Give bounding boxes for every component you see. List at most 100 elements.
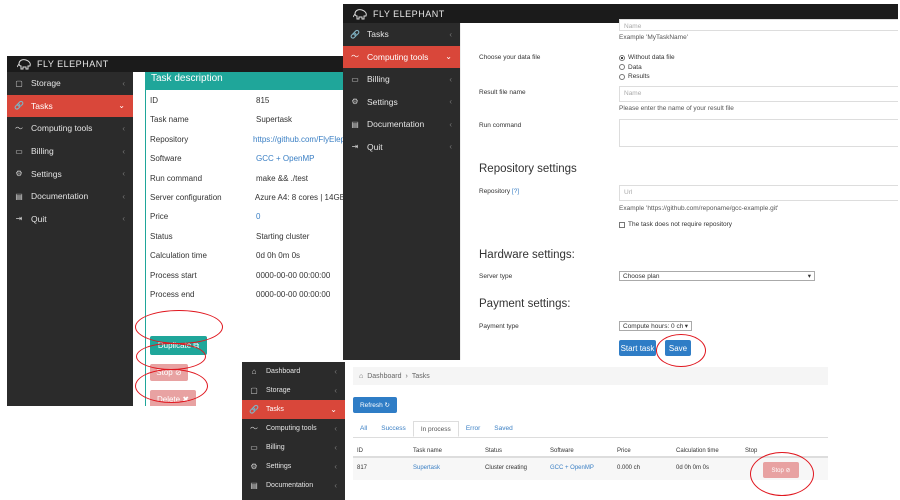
refresh-button[interactable]: Refresh ↻ xyxy=(353,397,397,413)
repository-help-link[interactable]: [?] xyxy=(512,188,519,195)
chevron-left-icon: ‹ xyxy=(449,97,452,107)
sidebar-item-storage[interactable]: ▢ Storage ‹ xyxy=(242,381,345,400)
sidebar-item-billing[interactable]: ▭ Billing ‹ xyxy=(7,140,133,163)
repository-url-placeholder: Url xyxy=(624,189,633,196)
start-task-button[interactable]: Start task xyxy=(619,340,656,356)
detail-row: Repository https://github.com/FlyElep xyxy=(150,135,345,144)
data-file-option[interactable]: Data xyxy=(619,64,642,71)
tab-saved[interactable]: Saved xyxy=(487,421,519,437)
detail-row: Task name Supertask xyxy=(150,115,345,124)
chart-line-icon: 〜 xyxy=(250,424,258,433)
detail-label: Task name xyxy=(150,115,189,125)
home-icon: ⌂ xyxy=(251,367,257,376)
logo[interactable]: FLY ELEPHANT xyxy=(353,8,445,20)
radio-button[interactable] xyxy=(619,64,625,70)
sidebar-item-label: Tasks xyxy=(367,29,389,40)
breadcrumb-dashboard-link[interactable]: Dashboard xyxy=(367,373,401,380)
sidebar-item-computing-tools[interactable]: 〜 Computing tools ‹ xyxy=(242,419,345,438)
chevron-left-icon: ‹ xyxy=(334,462,337,471)
no-repository-checkbox-row[interactable]: The task does not require repository xyxy=(619,221,732,228)
sidebar-item-documentation[interactable]: ▤ Documentation ‹ xyxy=(343,113,460,136)
tab-in-process[interactable]: In process xyxy=(412,421,459,437)
brand-name: FLY ELEPHANT xyxy=(373,8,445,19)
server-type-select[interactable]: Choose plan ▾ xyxy=(619,271,815,281)
paperclip-icon: 🔗 xyxy=(249,405,259,414)
sidebar-item-storage[interactable]: ▢ Storage ‹ xyxy=(7,72,133,95)
sidebar-item-settings[interactable]: ⚙ Settings ‹ xyxy=(343,91,460,114)
topbar: FLY ELEPHANT xyxy=(7,56,345,72)
run-command-input[interactable] xyxy=(619,119,898,147)
sidebar-item-tasks[interactable]: 🔗 Tasks ⌄ xyxy=(242,400,345,419)
sign-out-icon: ⇥ xyxy=(351,142,359,152)
sidebar-item-billing[interactable]: ▭ Billing ‹ xyxy=(343,68,460,91)
sidebar: ⌂ Dashboard ‹ ▢ Storage ‹ 🔗 Tasks ⌄ 〜 Computing to… xyxy=(242,362,345,500)
detail-row: Server configuration Azure A4: 8 cores | … xyxy=(150,193,345,202)
column-header: Task name xyxy=(413,448,443,454)
payment-type-value: Compute hours: 0 ch xyxy=(623,322,684,330)
task-name-placeholder: Name xyxy=(624,23,642,30)
breadcrumb-current: Tasks xyxy=(411,372,430,380)
sidebar-item-label: Quit xyxy=(31,213,47,224)
duplicate-button[interactable]: Duplicate ⧉ xyxy=(150,336,207,355)
no-repository-checkbox[interactable] xyxy=(619,221,625,228)
chevron-left-icon: ‹ xyxy=(334,443,337,452)
sidebar-item-tasks[interactable]: 🔗 Tasks ‹ xyxy=(343,23,460,46)
detail-value[interactable]: https://github.com/FlyElep xyxy=(253,135,345,144)
result-file-input[interactable]: Name xyxy=(619,86,898,102)
sidebar-item-billing[interactable]: ▭ Billing ‹ xyxy=(242,438,345,457)
wallet-icon: ▭ xyxy=(351,74,359,84)
stop-button[interactable]: Stop ⊘ xyxy=(150,364,188,381)
data-file-option[interactable]: Without data file xyxy=(619,54,675,61)
payment-type-select[interactable]: Compute hours: 0 ch ▾ xyxy=(619,321,692,331)
sidebar-item-label: Billing xyxy=(31,146,54,157)
radio-button[interactable] xyxy=(619,54,625,61)
chart-line-icon: 〜 xyxy=(15,123,23,133)
save-button[interactable]: Save xyxy=(665,340,691,356)
radio-button[interactable] xyxy=(619,73,625,80)
hardware-settings-heading: Hardware settings: xyxy=(479,249,575,261)
sidebar-item-documentation[interactable]: ▤ Documentation ‹ xyxy=(7,185,133,208)
sidebar-item-dashboard[interactable]: ⌂ Dashboard ‹ xyxy=(242,362,345,381)
tab-success[interactable]: Success xyxy=(374,421,413,437)
status-tabs: All Success In process Error Saved xyxy=(353,421,828,438)
tab-all[interactable]: All xyxy=(353,421,374,437)
sidebar-item-settings[interactable]: ⚙ Settings ‹ xyxy=(7,162,133,185)
cell-task-name[interactable]: Supertask xyxy=(413,465,440,471)
detail-label: ID xyxy=(150,96,158,105)
logo[interactable]: FLY ELEPHANT xyxy=(17,58,109,70)
column-header: Calculation time xyxy=(676,448,719,454)
detail-row: Calculation time 0d 0h 0m 0s xyxy=(150,251,345,260)
sidebar-item-documentation[interactable]: ▤ Documentation ‹ xyxy=(242,476,345,495)
radio-label: Data xyxy=(628,63,642,71)
detail-value[interactable]: 0 xyxy=(256,212,260,221)
chart-line-icon: 〜 xyxy=(351,52,359,62)
task-name-input[interactable]: Name xyxy=(619,19,898,31)
cell-price: 0.000 ch xyxy=(617,465,641,471)
cell-software[interactable]: GCC + OpenMP xyxy=(550,465,594,471)
sidebar-item-tasks[interactable]: 🔗 Tasks ⌄ xyxy=(7,94,133,118)
server-type-label: Server type xyxy=(479,273,513,280)
gear-icon: ⚙ xyxy=(250,462,258,471)
repository-url-input[interactable]: Url xyxy=(619,185,898,201)
sidebar-item-quit[interactable]: ⇥ Quit ‹ xyxy=(343,136,460,159)
payment-settings-heading: Payment settings: xyxy=(479,298,571,310)
chevron-left-icon: ‹ xyxy=(334,424,337,433)
task-form-window: FLY ELEPHANT 🔗 Tasks ‹ 〜 Computing tools ⌄ ▭ Bi… xyxy=(343,4,898,360)
detail-value: 815 xyxy=(256,96,270,105)
chevron-left-icon: ‹ xyxy=(122,214,125,224)
sidebar-item-settings[interactable]: ⚙ Settings ‹ xyxy=(242,457,345,476)
sidebar-item-computing-tools[interactable]: 〜 Computing tools ‹ xyxy=(7,117,133,140)
cell-calc-time: 0d 0h 0m 0s xyxy=(676,465,710,471)
repository-label-text: Repository xyxy=(479,188,511,195)
delete-button[interactable]: Delete ✖ xyxy=(150,390,196,406)
cell-status: Cluster creating xyxy=(485,465,528,471)
sidebar-item-computing-tools[interactable]: 〜 Computing tools ⌄ xyxy=(343,45,460,68)
detail-value[interactable]: GCC + OpenMP xyxy=(256,154,314,163)
chevron-left-icon: ‹ xyxy=(122,169,125,179)
detail-value: 0d 0h 0m 0s xyxy=(256,251,301,261)
task-name-hint: Example 'MyTaskName' xyxy=(619,34,688,41)
data-file-option[interactable]: Results xyxy=(619,73,650,80)
sidebar-item-quit[interactable]: ⇥ Quit ‹ xyxy=(7,208,133,231)
tab-error[interactable]: Error xyxy=(459,421,487,437)
row-stop-button[interactable]: Stop ⊘ xyxy=(763,462,799,478)
